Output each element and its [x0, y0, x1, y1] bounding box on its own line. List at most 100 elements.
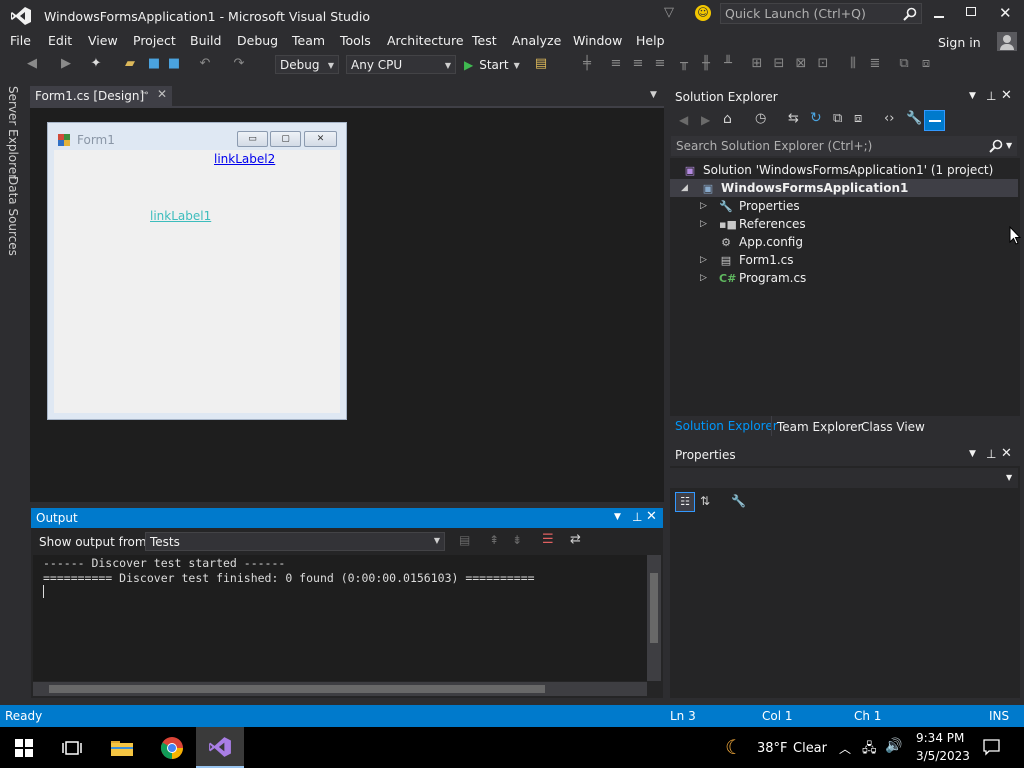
output-vertical-scrollbar[interactable]: [647, 555, 661, 681]
menu-tools[interactable]: Tools: [340, 33, 371, 48]
expanded-arrow-icon[interactable]: ◢: [681, 179, 688, 197]
output-menu-dropdown-icon[interactable]: ▼: [614, 512, 621, 522]
props-close-icon[interactable]: ✕: [1001, 446, 1012, 461]
file-explorer-button[interactable]: [98, 727, 146, 768]
align-bottom-icon[interactable]: ╨: [720, 56, 736, 72]
output-pin-icon[interactable]: ⊥: [632, 510, 642, 524]
align-middle-icon[interactable]: ╫: [698, 56, 714, 72]
se-pin-icon[interactable]: ⊥: [986, 89, 996, 103]
preview-selected-items-button[interactable]: [924, 110, 945, 131]
quick-launch-box[interactable]: Quick Launch (Ctrl+Q): [720, 3, 922, 24]
tab-form1-design[interactable]: Form1.cs [Design] ⊸ ✕: [30, 86, 172, 106]
account-avatar-icon[interactable]: [997, 32, 1017, 51]
menu-help[interactable]: Help: [636, 33, 665, 48]
show-all-files-icon[interactable]: ⧈: [854, 111, 862, 126]
tree-item-app-config[interactable]: ⚙ App.config: [670, 233, 1018, 251]
weather-moon-icon[interactable]: ☾: [725, 735, 743, 759]
tree-item-program[interactable]: ▷ C# Program.cs: [670, 269, 1018, 287]
collapsed-arrow-icon[interactable]: ▷: [700, 251, 707, 269]
output-horizontal-scrollbar[interactable]: [33, 682, 647, 696]
sync-with-document-icon[interactable]: ⇆: [788, 111, 799, 126]
solution-explorer-search[interactable]: Search Solution Explorer (Ctrl+;) ▼: [671, 136, 1017, 156]
pending-changes-icon[interactable]: ◷: [755, 111, 766, 126]
align-center-icon[interactable]: ≡: [608, 56, 624, 72]
menu-analyze[interactable]: Analyze: [512, 33, 561, 48]
output-text-area[interactable]: ------ Discover test started ------ ====…: [33, 555, 647, 681]
menu-team[interactable]: Team: [292, 33, 325, 48]
close-tab-icon[interactable]: ✕: [157, 87, 167, 101]
tab-server-explorer[interactable]: Server Explorer: [6, 86, 20, 179]
chevron-down-icon[interactable]: ▼: [1006, 141, 1012, 150]
form1-client-area[interactable]: [54, 150, 340, 413]
clock-time[interactable]: 9:34 PM: [916, 731, 964, 745]
horizontal-spacing-icon[interactable]: ⫼: [845, 56, 861, 72]
filter-icon[interactable]: ▽: [664, 5, 674, 20]
search-icon[interactable]: [989, 139, 1003, 153]
redo-icon[interactable]: ↷: [231, 56, 247, 72]
tab-list-dropdown-icon[interactable]: ▼: [650, 90, 657, 100]
tab-team-explorer[interactable]: Team Explorer: [777, 420, 863, 434]
properties-wrench-icon[interactable]: 🔧: [906, 111, 922, 126]
collapse-all-icon[interactable]: ⧉: [833, 111, 842, 126]
link-label-2[interactable]: linkLabel2: [214, 152, 275, 166]
start-button[interactable]: [0, 727, 48, 768]
navigate-forward-icon[interactable]: ▶: [58, 56, 74, 72]
send-to-back-icon[interactable]: ⧈: [918, 56, 934, 72]
network-icon[interactable]: 🖧: [862, 739, 877, 761]
refresh-icon[interactable]: ↻: [810, 110, 822, 126]
sign-in-link[interactable]: Sign in: [938, 35, 981, 50]
clear-all-icon[interactable]: ☰: [542, 532, 554, 547]
next-message-icon[interactable]: ⇟: [512, 533, 522, 547]
volume-icon[interactable]: 🔊: [885, 738, 902, 754]
make-same-size-icon[interactable]: ⊡: [815, 56, 831, 72]
minimize-button[interactable]: [934, 16, 944, 18]
search-icon[interactable]: [903, 7, 917, 21]
open-file-icon[interactable]: ▰: [122, 56, 138, 72]
weather-temperature[interactable]: 38°F: [757, 741, 788, 756]
align-top-icon[interactable]: ╥: [676, 56, 692, 72]
bring-to-front-icon[interactable]: ⧉: [896, 56, 912, 72]
tab-class-view[interactable]: Class View: [861, 420, 925, 434]
previous-message-icon[interactable]: ⇞: [489, 533, 499, 547]
collapsed-arrow-icon[interactable]: ▷: [700, 197, 707, 215]
menu-project[interactable]: Project: [133, 33, 176, 48]
feedback-smiley-icon[interactable]: ☺: [695, 5, 711, 21]
chrome-button[interactable]: [148, 727, 196, 768]
home-icon[interactable]: ⌂: [723, 111, 732, 127]
property-pages-icon[interactable]: 🔧: [731, 494, 746, 508]
menu-window[interactable]: Window: [573, 33, 622, 48]
configuration-combo[interactable]: Debug ▼: [275, 55, 339, 74]
tab-solution-explorer[interactable]: Solution Explorer: [675, 419, 778, 433]
tree-item-properties[interactable]: ▷ 🔧 Properties: [670, 197, 1018, 215]
menu-edit[interactable]: Edit: [48, 33, 72, 48]
tree-item-form1[interactable]: ▷ ▤ Form1.cs: [670, 251, 1018, 269]
visual-studio-taskbar-button[interactable]: [196, 727, 244, 768]
tree-item-solution[interactable]: ▣ Solution 'WindowsFormsApplication1' (1 …: [683, 161, 994, 179]
find-in-files-icon[interactable]: ▤: [533, 56, 549, 72]
make-same-width-icon[interactable]: ⊞: [749, 56, 765, 72]
pin-icon[interactable]: ⊸: [140, 88, 148, 99]
align-left-icon[interactable]: ╪: [579, 56, 595, 72]
alphabetical-sort-icon[interactable]: ⇅: [700, 494, 710, 508]
align-right-icon[interactable]: ≡: [630, 56, 646, 72]
start-button[interactable]: ▶ Start ▼: [464, 57, 520, 73]
restore-button[interactable]: [966, 7, 976, 16]
save-icon[interactable]: ■: [146, 56, 162, 72]
platform-combo[interactable]: Any CPU ▼: [346, 55, 456, 74]
task-view-button[interactable]: [48, 727, 96, 768]
link-label-1[interactable]: linkLabel1: [150, 209, 211, 223]
show-hidden-icons-chevron-icon[interactable]: ︿: [839, 740, 851, 757]
se-menu-dropdown-icon[interactable]: ▼: [969, 91, 976, 101]
tree-item-project[interactable]: ◢ ▣ WindowsFormsApplication1: [670, 179, 1018, 197]
menu-build[interactable]: Build: [190, 33, 221, 48]
se-forward-icon[interactable]: ▶: [701, 113, 710, 127]
collapsed-arrow-icon[interactable]: ▷: [700, 215, 707, 233]
props-pin-icon[interactable]: ⊥: [986, 447, 996, 461]
menu-file[interactable]: File: [10, 33, 31, 48]
se-back-icon[interactable]: ◀: [679, 113, 688, 127]
tree-item-references[interactable]: ▷ ▪■ References: [670, 215, 1018, 233]
tab-data-sources[interactable]: Data Sources: [6, 176, 20, 256]
navigate-back-icon[interactable]: ◀: [24, 56, 40, 72]
align-justify-icon[interactable]: ≡: [652, 56, 668, 72]
menu-view[interactable]: View: [88, 33, 118, 48]
